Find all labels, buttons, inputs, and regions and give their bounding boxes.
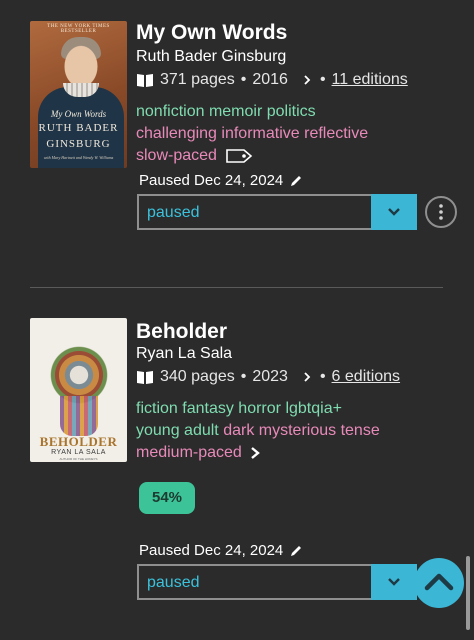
book-icon <box>137 371 153 384</box>
mood-tag[interactable]: challenging <box>136 125 217 142</box>
cover-artwork-stem <box>60 396 98 436</box>
cover-title: My Own Words <box>50 109 107 119</box>
pencil-icon[interactable] <box>289 174 303 188</box>
genre-tag[interactable]: fiction <box>136 400 178 417</box>
pencil-icon[interactable] <box>289 544 303 558</box>
page-count: 340 pages <box>160 368 235 385</box>
chevron-right-icon[interactable] <box>248 445 262 461</box>
cover-banner: THE NEW YORK TIMES BESTSELLER <box>47 24 110 34</box>
tag-list: fiction fantasy horror lgbtqia+ young ad… <box>136 398 380 464</box>
mood-tag[interactable]: informative <box>221 125 299 142</box>
pace-row: medium-paced <box>136 442 380 464</box>
scroll-to-top-button[interactable] <box>414 558 464 608</box>
page-count: 371 pages <box>160 71 235 88</box>
genre-tag[interactable]: horror <box>238 400 281 417</box>
book-icon <box>137 74 153 87</box>
genre-tag[interactable]: memoir <box>209 103 262 120</box>
genre-tag[interactable]: fantasy <box>182 400 234 417</box>
status-select[interactable]: paused <box>137 564 417 600</box>
status-select-value: paused <box>147 574 200 591</box>
meta-dot: • <box>319 368 326 385</box>
pub-year: 2016 <box>252 71 288 88</box>
cover-byline: with Mary Hartnett and Wendy W. Williams <box>43 155 114 160</box>
genre-tag[interactable]: young adult <box>136 422 219 439</box>
mood-tag[interactable]: reflective <box>304 125 368 142</box>
meta-dot: • <box>319 71 326 88</box>
pace-row: slow-paced <box>136 145 368 167</box>
cover-subtitle: AUTHOR OF THE HONEYS <box>59 457 98 461</box>
meta-dot: • <box>240 71 247 88</box>
genre-mood-tags: young adult dark mysterious tense <box>136 420 380 442</box>
book-meta: 371 pages • 2016 • 11 editions <box>136 71 408 89</box>
pace-tag[interactable]: slow-paced <box>136 145 217 167</box>
book-title[interactable]: My Own Words <box>136 21 287 45</box>
book-author[interactable]: Ryan La Sala <box>136 345 232 363</box>
meta-dot: • <box>240 368 247 385</box>
genre-tags: fiction fantasy horror lgbtqia+ <box>136 398 380 420</box>
genre-tags: nonfiction memoir politics <box>136 101 368 123</box>
pace-tag[interactable]: medium-paced <box>136 442 242 464</box>
book-author[interactable]: Ruth Bader Ginsburg <box>136 48 286 66</box>
book-cover-beholder[interactable]: BEHOLDER RYAN LA SALA AUTHOR OF THE HONE… <box>30 318 127 462</box>
cover-author-line1: RUTH BADER <box>38 122 119 134</box>
cover-portrait <box>59 39 103 89</box>
mood-tag[interactable]: mysterious <box>259 422 336 439</box>
scrollbar[interactable] <box>466 556 470 630</box>
status-select-button[interactable] <box>371 194 417 230</box>
genre-tag[interactable]: nonfiction <box>136 103 205 120</box>
cover-title: BEHOLDER <box>39 434 118 449</box>
more-options-button[interactable] <box>425 196 457 228</box>
editions-link[interactable]: 6 editions <box>332 368 401 386</box>
cover-author: RYAN LA SALA <box>51 449 106 456</box>
tag-list: nonfiction memoir politics challenging i… <box>136 101 368 167</box>
status-line: Paused Dec 24, 2024 <box>139 542 303 559</box>
status-text: Paused Dec 24, 2024 <box>139 542 284 559</box>
chevron-right-icon[interactable] <box>300 73 314 87</box>
chevron-up-icon <box>424 573 454 591</box>
genre-tag[interactable]: politics <box>267 103 316 120</box>
divider <box>30 287 443 288</box>
chevron-down-icon <box>388 578 400 586</box>
tag-icon[interactable] <box>225 147 253 165</box>
editions-link[interactable]: 11 editions <box>332 71 408 89</box>
mood-tag[interactable]: dark <box>223 422 254 439</box>
chevron-down-icon <box>388 208 400 216</box>
status-line: Paused Dec 24, 2024 <box>139 172 303 189</box>
status-select-value: paused <box>147 204 200 221</box>
more-icon <box>439 204 443 220</box>
status-text: Paused Dec 24, 2024 <box>139 172 284 189</box>
book-title[interactable]: Beholder <box>136 320 227 344</box>
mood-tag[interactable]: tense <box>341 422 380 439</box>
chevron-right-icon[interactable] <box>300 370 314 384</box>
cover-author-line2: GINSBURG <box>46 138 111 150</box>
book-cover-my-own-words[interactable]: THE NEW YORK TIMES BESTSELLER My Own Wor… <box>30 21 127 168</box>
status-select[interactable]: paused <box>137 194 417 230</box>
book-meta: 340 pages • 2023 • 6 editions <box>136 368 400 386</box>
progress-badge[interactable]: 54% <box>139 482 195 514</box>
status-select-button[interactable] <box>371 564 417 600</box>
genre-tag[interactable]: lgbtqia+ <box>285 400 342 417</box>
pub-year: 2023 <box>252 368 288 385</box>
mood-tags: challenging informative reflective <box>136 123 368 145</box>
